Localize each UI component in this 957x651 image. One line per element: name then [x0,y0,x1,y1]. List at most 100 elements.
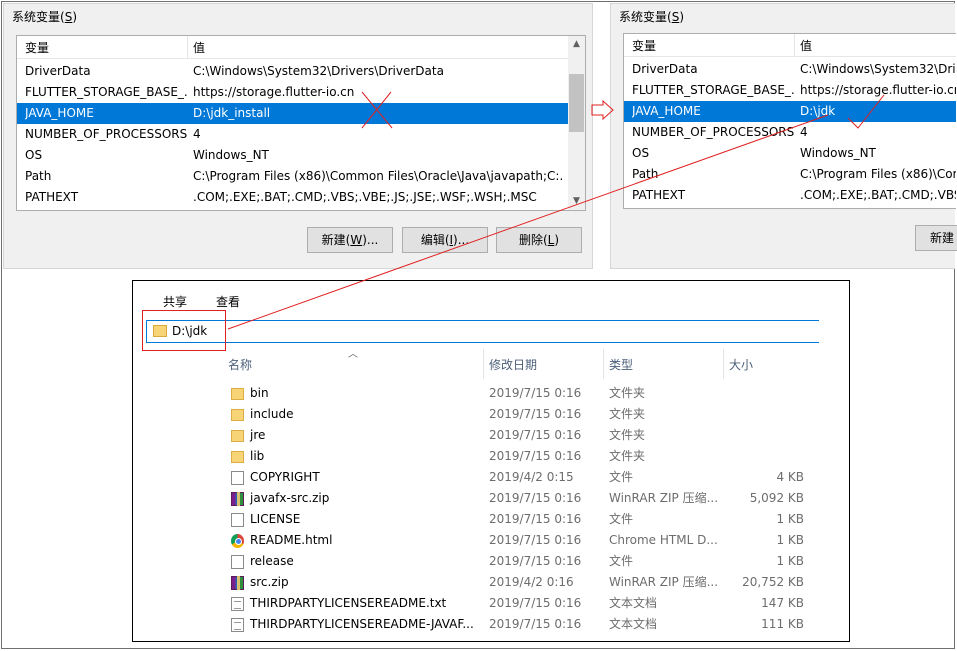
column-header-size[interactable]: 大小 [729,356,753,373]
variable-row-os[interactable]: OS Windows_NT [624,143,956,164]
column-header-variable[interactable]: 变量 [25,39,49,56]
variable-row-java-home[interactable]: JAVA_HOME D:\jdk_install [17,103,585,124]
variable-name: OS [632,146,650,160]
file-date: 2019/7/15 0:16 [489,596,582,610]
file-size: 20,752 KB [742,575,804,589]
file-row[interactable]: README.html 2019/7/15 0:16 Chrome HTML D..… [225,530,805,551]
variable-name: PATHEXT [632,188,686,202]
file-icon [231,555,244,569]
file-row[interactable]: LICENSE 2019/7/15 0:16 文件 1 KB [225,509,805,530]
zip-icon [231,492,244,506]
variable-row-path[interactable]: Path C:\Program Files (x86)\Common Files\… [624,164,956,185]
tab-share[interactable]: 共享 [163,293,187,310]
file-row[interactable]: COPYRIGHT 2019/4/2 0:15 文件 4 KB [225,467,805,488]
variables-list[interactable]: 变量 值 DriverData C:\Windows\System32\Drive… [16,35,586,211]
file-size: 5,092 KB [749,491,804,505]
file-date: 2019/7/15 0:16 [489,407,582,421]
file-type: Chrome HTML D... [609,533,718,547]
variable-value: Windows_NT [193,148,269,162]
variable-row-os[interactable]: OS Windows_NT [17,145,585,166]
file-name: javafx-src.zip [250,491,330,505]
variable-value: Windows_NT [800,146,876,160]
variable-name: Path [25,169,52,183]
file-type: 文本文档 [609,596,658,610]
folder-icon [231,388,244,400]
variable-value: 4 [800,125,808,139]
list-header: 变量 值 [624,34,956,57]
variable-name: FLUTTER_STORAGE_BASE_... [632,83,794,97]
txt-icon [231,618,244,632]
group-title: 系统变量(S) [619,10,684,24]
variable-row-path[interactable]: Path C:\Program Files (x86)\Common Files\… [17,166,585,187]
column-header-variable[interactable]: 变量 [632,37,656,54]
file-row[interactable]: src.zip 2019/4/2 0:16 WinRAR ZIP 压缩... 20,7… [225,572,805,593]
variable-value: .COM;.EXE;.BAT;.CMD;.VBS;.VBE;.JS;.JSE;.… [800,188,956,202]
variable-name: Path [632,167,659,181]
file-row[interactable]: lib 2019/7/15 0:16 文件夹 [225,446,805,467]
file-date: 2019/4/2 0:15 [489,470,574,484]
variable-name: JAVA_HOME [25,106,94,120]
txt-icon [231,597,244,611]
variable-value: C:\Program Files (x86)\Common Files\Orac… [800,167,956,181]
file-date: 2019/4/2 0:16 [489,575,574,589]
variable-row-number-of-processors[interactable]: NUMBER_OF_PROCESSORS 4 [624,122,956,143]
column-header-type[interactable]: 类型 [609,356,633,373]
variable-name: JAVA_HOME [632,104,701,118]
tab-view[interactable]: 查看 [216,293,240,310]
file-date: 2019/7/15 0:16 [489,617,582,631]
variable-value: .COM;.EXE;.BAT;.CMD;.VBS;.VBE;.JS;.JSE;.… [193,190,537,204]
column-header-value[interactable]: 值 [800,37,812,54]
variable-row-flutter-storage-base[interactable]: FLUTTER_STORAGE_BASE_... https://storage.… [624,80,956,101]
file-size: 111 KB [761,617,804,631]
delete-button[interactable]: 删除(L) [496,227,582,253]
file-type: 文件 [609,512,634,526]
file-name: THIRDPARTYLICENSEREADME.txt [250,596,447,610]
file-name: include [250,407,294,421]
file-name: lib [250,449,265,463]
folder-icon [231,430,244,442]
file-name: README.html [250,533,333,547]
file-type: 文件夹 [609,449,646,463]
column-header-date[interactable]: 修改日期 [489,356,537,373]
variable-value: D:\jdk_install [193,106,271,120]
scroll-up-icon[interactable]: ▲ [568,36,585,53]
vertical-scrollbar[interactable]: ▲ ▼ [568,36,585,210]
scroll-thumb[interactable] [569,74,584,132]
new-button[interactable]: 新建 [915,225,957,251]
variable-value: https://storage.flutter-io.cn [800,83,956,97]
annotation-highlight-box [142,310,226,351]
file-row[interactable]: THIRDPARTYLICENSEREADME-JAVAF... 2019/7/1… [225,614,805,635]
file-type: WinRAR ZIP 压缩... [609,575,719,589]
variable-row-pathext[interactable]: PATHEXT .COM;.EXE;.BAT;.CMD;.VBS;.VBE;.JS… [624,185,956,206]
file-name: src.zip [250,575,289,589]
file-row[interactable]: release 2019/7/15 0:16 文件 1 KB [225,551,805,572]
scroll-down-icon[interactable]: ▼ [568,193,585,210]
variable-row-number-of-processors[interactable]: NUMBER_OF_PROCESSORS 4 [17,124,585,145]
variable-row-driverdata[interactable]: DriverData C:\Windows\System32\Drivers\Dr… [624,59,956,80]
variable-name: FLUTTER_STORAGE_BASE_... [25,85,187,99]
list-header: 变量 值 [17,36,585,59]
variable-row-java-home[interactable]: JAVA_HOME D:\jdk [624,101,956,122]
system-variables-panel-after: 系统变量(S) 变量 值 DriverData C:\Windows\System… [610,3,957,269]
variable-row-driverdata[interactable]: DriverData C:\Windows\System32\Drivers\Dr… [17,61,585,82]
new-button[interactable]: 新建(W)... [307,227,393,253]
group-title: 系统变量(S) [12,10,77,24]
sort-ascending-icon: ︿ [348,349,358,360]
column-header-name[interactable]: 名称 [228,356,252,373]
file-row[interactable]: bin 2019/7/15 0:16 文件夹 [225,383,805,404]
file-size: 1 KB [776,533,804,547]
edit-button[interactable]: 编辑(I)... [402,227,488,253]
address-bar[interactable]: D:\jdk [146,320,819,343]
column-header-value[interactable]: 值 [193,39,205,56]
variable-name: DriverData [25,64,91,78]
file-row[interactable]: javafx-src.zip 2019/7/15 0:16 WinRAR ZIP 压… [225,488,805,509]
file-row[interactable]: THIRDPARTYLICENSEREADME.txt 2019/7/15 0:1… [225,593,805,614]
file-row[interactable]: include 2019/7/15 0:16 文件夹 [225,404,805,425]
variables-list[interactable]: 变量 值 DriverData C:\Windows\System32\Drive… [623,33,956,209]
file-explorer: 共享 查看 D:\jdk ︿ 名称 修改日期 类型 大小 bin 2019/7/1… [132,280,850,642]
variable-row-flutter-storage-base[interactable]: FLUTTER_STORAGE_BASE_... https://storage.… [17,82,585,103]
variable-row-pathext[interactable]: PATHEXT .COM;.EXE;.BAT;.CMD;.VBS;.VBE;.JS… [17,187,585,208]
file-type: 文件 [609,470,634,484]
file-name: LICENSE [250,512,301,526]
file-row[interactable]: jre 2019/7/15 0:16 文件夹 [225,425,805,446]
